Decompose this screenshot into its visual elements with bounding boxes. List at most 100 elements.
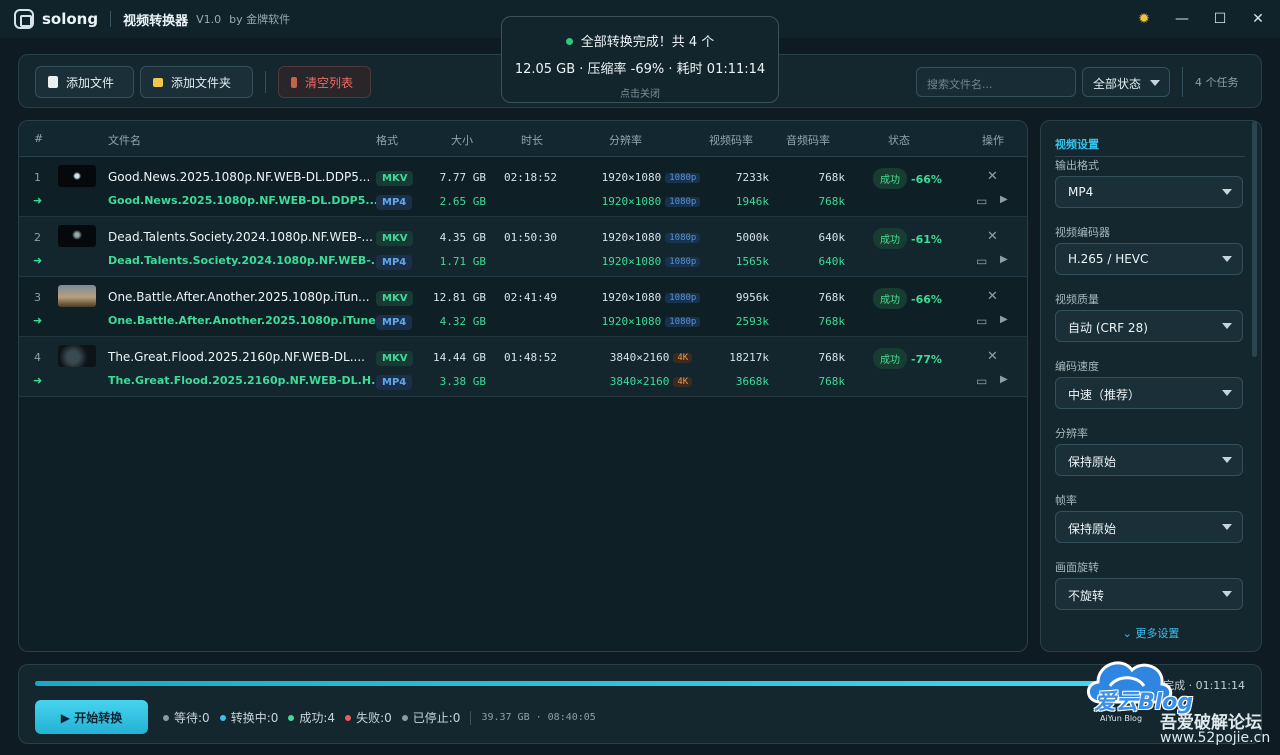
- remove-row-icon[interactable]: ✕: [987, 229, 998, 244]
- window-controls: ✹ — ☐ ✕: [1136, 0, 1266, 38]
- col-name: 文件名: [108, 134, 141, 147]
- source-file-name: One.Battle.After.Another.2025.1080p.iTun…: [108, 290, 370, 304]
- open-folder-icon[interactable]: ▭: [976, 374, 987, 388]
- stat-waiting: 等待:0: [174, 711, 210, 725]
- source-audio-bitrate: 640k: [818, 231, 846, 244]
- table-row[interactable]: 4 ➜ The.Great.Flood.2025.2160p.NF.WEB-DL…: [19, 337, 1027, 397]
- source-video-bitrate: 5000k: [735, 231, 769, 244]
- clear-list-label: 清空列表: [305, 75, 354, 90]
- col-resolution: 分辨率: [609, 134, 642, 147]
- table-row[interactable]: 2 ➜ Dead.Talents.Society.2024.1080p.NF.W…: [19, 217, 1027, 277]
- output-format-badge: MP4: [376, 195, 413, 210]
- table-row[interactable]: 3 ➜ One.Battle.After.Another.2025.1080p.…: [19, 277, 1027, 337]
- start-convert-button[interactable]: ▶ 开始转换: [35, 700, 148, 734]
- video-thumbnail: [58, 345, 96, 367]
- setting-value: 不旋转: [1068, 589, 1105, 603]
- completion-toast[interactable]: 全部转换完成！共 4 个 12.05 GB · 压缩率 -69% · 耗时 01…: [501, 16, 779, 103]
- play-icon[interactable]: ▶: [1000, 254, 1008, 265]
- col-idx: #: [34, 132, 44, 145]
- compression-ratio: -61%: [911, 233, 942, 246]
- stopped-dot-icon: [401, 715, 408, 721]
- status-badge: 成功: [873, 168, 907, 189]
- source-size: 12.81 GB: [433, 291, 486, 304]
- play-icon[interactable]: ▶: [1000, 314, 1008, 325]
- success-dot-icon: [565, 38, 573, 45]
- col-abitrate: 音频码率: [786, 134, 830, 147]
- app-logo-icon: [14, 9, 34, 29]
- open-folder-icon[interactable]: ▭: [976, 194, 987, 208]
- play-icon[interactable]: ▶: [1000, 194, 1008, 205]
- output-format-badge: MP4: [376, 255, 413, 270]
- settings-scrollbar[interactable]: [1252, 121, 1257, 357]
- more-settings-link[interactable]: ⌄ 更多设置: [1041, 625, 1261, 641]
- converting-dot-icon: [219, 715, 226, 721]
- table-row[interactable]: 1 ➜ Good.News.2025.1080p.NF.WEB-DL.DDP5.…: [19, 157, 1027, 217]
- output-resolution: 1920×1080: [601, 255, 662, 268]
- setting-label: 视频质量: [1055, 293, 1099, 306]
- setting-select[interactable]: MP4: [1055, 176, 1243, 208]
- table-header: # 文件名 格式 大小 时长 分辨率 视频码率 音频码率 状态 操作: [19, 121, 1027, 157]
- minimize-icon[interactable]: —: [1174, 11, 1190, 27]
- output-arrow-icon: ➜: [33, 374, 43, 387]
- source-audio-bitrate: 768k: [818, 351, 846, 364]
- output-video-bitrate: 1565k: [735, 255, 769, 268]
- output-video-bitrate: 2593k: [735, 315, 769, 328]
- task-count: 4 个任务: [1182, 67, 1239, 97]
- source-audio-bitrate: 768k: [818, 291, 846, 304]
- play-icon[interactable]: ▶: [1000, 374, 1008, 385]
- stat-stopped: 已停止:0: [412, 711, 461, 725]
- setting-select[interactable]: 不旋转: [1055, 578, 1243, 610]
- col-status: 状态: [888, 134, 910, 147]
- chevron-down-icon: [1222, 189, 1232, 195]
- remove-row-icon[interactable]: ✕: [987, 349, 998, 364]
- brand-name: solong: [42, 10, 99, 28]
- output-file-name: One.Battle.After.Another.2025.1080p.iTun…: [108, 314, 389, 327]
- stats-divider: [470, 710, 472, 725]
- duration: 01:50:30: [504, 231, 557, 244]
- video-thumbnail: [58, 285, 96, 307]
- add-file-button[interactable]: 添加文件: [35, 66, 134, 98]
- source-file-name: The.Great.Flood.2025.2160p.NF.WEB-DL....: [108, 350, 365, 364]
- settings-section-title: 视频设置: [1055, 136, 1245, 157]
- setting-select[interactable]: 保持原始: [1055, 511, 1243, 543]
- status-badge: 成功: [873, 228, 907, 249]
- toast-title: 全部转换完成！共 4 个: [580, 35, 715, 50]
- app-author: by 金牌软件: [229, 13, 291, 26]
- remove-row-icon[interactable]: ✕: [987, 169, 998, 184]
- theme-toggle-icon[interactable]: ✹: [1136, 11, 1152, 27]
- setting-value: 保持原始: [1068, 522, 1117, 536]
- setting-select[interactable]: 自动 (CRF 28): [1055, 310, 1243, 342]
- chevron-down-icon: [1222, 457, 1232, 463]
- open-folder-icon[interactable]: ▭: [976, 254, 987, 268]
- row-index: 2: [34, 231, 41, 244]
- source-resolution: 1920×1080: [601, 291, 662, 304]
- status-badge: 成功: [873, 288, 907, 309]
- source-format-badge: MKV: [376, 291, 414, 306]
- video-thumbnail: [58, 225, 96, 247]
- watermark: 爱云Blog AiYun Blog 吾爱破解论坛 www.52pojie.cn: [1080, 650, 1280, 755]
- file-icon: [48, 76, 58, 88]
- search-input[interactable]: 搜索文件名...: [916, 67, 1076, 97]
- setting-select[interactable]: 保持原始: [1055, 444, 1243, 476]
- output-resolution-tag: 1080p: [665, 197, 701, 207]
- remove-row-icon[interactable]: ✕: [987, 289, 998, 304]
- output-size: 3.38 GB: [439, 375, 486, 388]
- status-filter-select[interactable]: 全部状态: [1082, 67, 1170, 97]
- output-arrow-icon: ➜: [33, 194, 43, 207]
- output-audio-bitrate: 640k: [818, 255, 846, 268]
- source-size: 4.35 GB: [439, 231, 486, 244]
- source-video-bitrate: 9956k: [735, 291, 769, 304]
- col-duration: 时长: [521, 134, 543, 147]
- add-folder-button[interactable]: 添加文件夹: [140, 66, 253, 98]
- conversion-stats: 等待:0 转换中:0 成功:4 失败:0 已停止:0 39.37 GB · 08…: [163, 709, 596, 726]
- row-index: 3: [34, 291, 41, 304]
- output-audio-bitrate: 768k: [818, 315, 846, 328]
- open-folder-icon[interactable]: ▭: [976, 314, 987, 328]
- setting-select[interactable]: 中速（推荐）: [1055, 377, 1243, 409]
- close-window-icon[interactable]: ✕: [1250, 11, 1266, 27]
- clear-list-button[interactable]: 清空列表: [278, 66, 371, 98]
- maximize-icon[interactable]: ☐: [1212, 11, 1228, 27]
- output-video-bitrate: 1946k: [735, 195, 769, 208]
- setting-select[interactable]: H.265 / HEVC: [1055, 243, 1243, 275]
- duration: 02:18:52: [504, 171, 557, 184]
